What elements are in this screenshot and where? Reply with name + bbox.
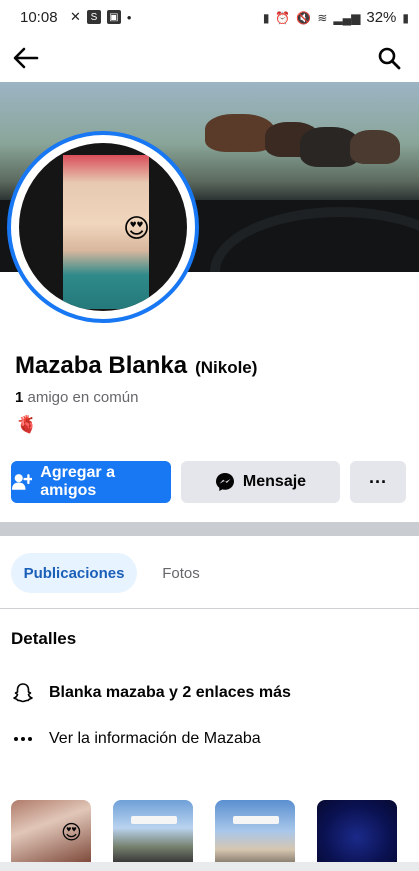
- avatar[interactable]: 😍: [19, 143, 187, 311]
- wifi-icon: ≋: [317, 10, 328, 25]
- mutual-friends[interactable]: 1 amigo en común: [15, 389, 138, 406]
- bio-heart-emoji: 🫀: [16, 415, 38, 434]
- more-notifications-dot-icon: •: [126, 9, 132, 25]
- details-title: Detalles: [11, 629, 77, 648]
- missed-call-icon: ✕: [70, 9, 81, 24]
- gallery-icon: ▣: [106, 10, 121, 24]
- mutual-friends-count: 1: [15, 389, 24, 406]
- more-horizontal-icon: [11, 727, 35, 751]
- bottom-edge: [0, 862, 419, 871]
- status-right: ▮ ⏰ 🔇 ≋ ▂▄▆ 32% ▮: [263, 9, 409, 26]
- detail-see-info-text: Ver la información de Mazaba: [49, 730, 261, 747]
- more-options-button[interactable]: ···: [350, 461, 406, 503]
- photo-thumbnail[interactable]: [113, 800, 193, 862]
- search-icon: [378, 47, 401, 70]
- messenger-icon: [215, 473, 234, 491]
- photo-thumbnail[interactable]: [317, 800, 397, 862]
- s-app-icon: S: [86, 10, 101, 24]
- profile-name-row: Mazaba Blanka (Nikole): [15, 352, 257, 380]
- status-notification-icons: ✕ S ▣ •: [70, 9, 131, 25]
- signal-icon: ▂▄▆: [333, 10, 361, 25]
- avatar-emoji: 😍: [123, 213, 151, 243]
- lock-icon: ▮: [262, 10, 270, 25]
- photo-thumbnail[interactable]: [215, 800, 295, 862]
- arrow-left-icon: [13, 47, 39, 69]
- mutual-friends-label: amigo en común: [27, 389, 139, 406]
- detail-snapchat-links[interactable]: Blanka mazaba y 2 enlaces más: [11, 681, 291, 705]
- tabs-divider: [0, 608, 419, 609]
- battery-icon: ▮: [402, 10, 409, 25]
- add-friend-button[interactable]: Agregar a amigos: [11, 461, 171, 503]
- back-button[interactable]: [8, 40, 44, 76]
- thumbnail-caption-bar: [233, 816, 279, 824]
- tab-fotos[interactable]: Fotos: [146, 553, 216, 593]
- message-button[interactable]: Mensaje: [181, 461, 340, 503]
- add-friend-label: Agregar a amigos: [40, 464, 115, 499]
- section-divider: [0, 522, 419, 536]
- more-dots-icon: ···: [369, 471, 387, 492]
- battery-percent: 32%: [366, 9, 397, 26]
- profile-alternate-name: (Nikole): [195, 358, 258, 377]
- status-time: 10:08: [20, 9, 58, 26]
- detail-see-info[interactable]: Ver la información de Mazaba: [11, 727, 261, 751]
- alarm-icon: ⏰: [275, 10, 291, 25]
- snapchat-ghost-icon: [11, 681, 35, 705]
- photo-thumbnail[interactable]: 😍: [11, 800, 91, 862]
- message-label: Mensaje: [242, 473, 307, 490]
- cover-cow-shape: [350, 130, 400, 164]
- add-person-icon: [11, 474, 33, 490]
- thumbnail-caption-bar: [131, 816, 177, 824]
- thumbnail-emoji: 😍: [61, 822, 82, 844]
- profile-name: Mazaba Blanka: [15, 352, 188, 379]
- tab-publicaciones[interactable]: Publicaciones: [11, 553, 137, 593]
- mute-icon: 🔇: [296, 10, 312, 25]
- search-button[interactable]: [371, 40, 407, 76]
- detail-snapchat-text: Blanka mazaba y 2 enlaces más: [49, 684, 291, 701]
